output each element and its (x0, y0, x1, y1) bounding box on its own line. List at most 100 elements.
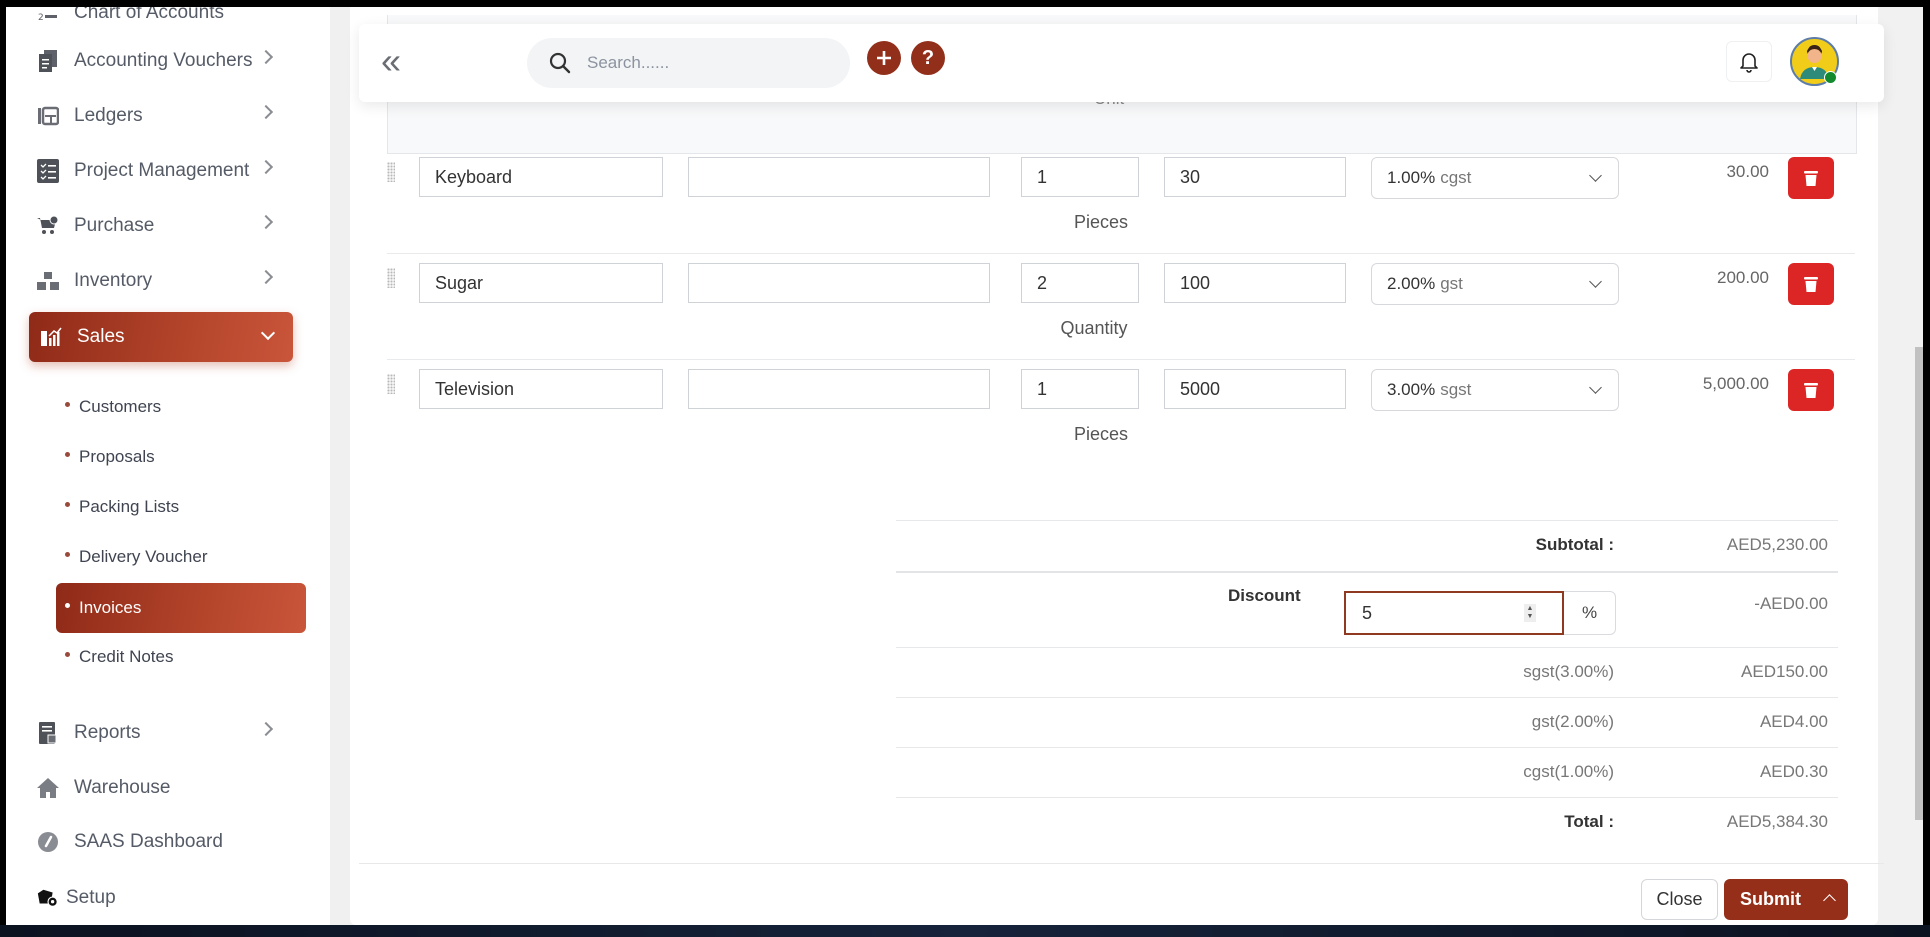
add-new-button[interactable] (867, 41, 901, 75)
bell-icon (1740, 52, 1758, 73)
report-icon (36, 721, 60, 745)
bullet-icon (65, 501, 70, 507)
chevron-up-icon[interactable] (1823, 894, 1836, 907)
dashboard-gauge-icon (36, 830, 60, 854)
sidebar-subitem-packing-lists[interactable]: Packing Lists (56, 482, 306, 532)
discount-label: Discount (1228, 586, 1301, 605)
line-amount: 30.00 (1726, 162, 1769, 181)
discount-input[interactable]: ▲▼ (1344, 591, 1564, 635)
line-amount: 200.00 (1717, 268, 1769, 287)
sidebar-item-inventory[interactable]: Inventory (36, 261, 291, 301)
chevron-down-icon (1589, 169, 1602, 182)
chevron-right-icon (258, 269, 274, 285)
totals-divider (896, 697, 1838, 698)
item-name-input[interactable] (419, 263, 663, 303)
tax-cgst-label: cgst(1.00%) (1523, 762, 1614, 781)
sidebar-gutter (330, 7, 350, 925)
quantity-input[interactable] (1021, 157, 1139, 197)
chevron-down-icon (1589, 275, 1602, 288)
sidebar: 2 Chart of Accounts Accounting Vouchers … (6, 7, 330, 925)
item-name-input[interactable] (419, 157, 663, 197)
checklist-icon (36, 159, 60, 183)
sidebar-subitem-customers[interactable]: Customers (56, 382, 306, 432)
search-input[interactable] (585, 52, 819, 74)
tax-select[interactable]: 3.00% sgst (1371, 369, 1619, 411)
totals-divider (896, 797, 1838, 798)
unit-label: Pieces (1073, 212, 1129, 232)
boxes-icon (36, 269, 60, 293)
tax-name: sgst (1440, 380, 1472, 399)
totals-divider (896, 647, 1838, 648)
row-divider (387, 253, 1855, 254)
drag-handle-icon[interactable] (387, 374, 395, 394)
svg-text:2: 2 (38, 13, 44, 23)
vouchers-icon (36, 49, 60, 73)
notifications-button[interactable] (1726, 41, 1772, 82)
sidebar-item-ledgers[interactable]: Ledgers (36, 96, 291, 136)
collapse-sidebar-icon[interactable]: « (381, 43, 411, 82)
sidebar-subitem-proposals[interactable]: Proposals (56, 432, 306, 482)
sidebar-item-sales[interactable]: Sales (29, 312, 293, 362)
app-window: 2 Chart of Accounts Accounting Vouchers … (6, 7, 1923, 925)
sidebar-subitem-label: Credit Notes (79, 647, 174, 666)
cart-icon (36, 214, 60, 238)
delete-row-button[interactable] (1788, 369, 1834, 411)
sidebar-item-project-management[interactable]: Project Management (36, 151, 291, 191)
sidebar-item-label: Accounting Vouchers (74, 50, 253, 71)
sidebar-item-accounting-vouchers[interactable]: Accounting Vouchers (36, 41, 291, 81)
item-description-input[interactable] (688, 263, 990, 303)
bullet-icon (65, 602, 70, 608)
search-box[interactable] (527, 38, 850, 88)
rate-input[interactable] (1164, 263, 1346, 303)
chevron-down-icon (260, 325, 276, 341)
delete-row-button[interactable] (1788, 157, 1834, 199)
tax-select[interactable]: 1.00% cgst (1371, 157, 1619, 199)
discount-type-toggle[interactable]: % (1564, 591, 1616, 635)
sidebar-item-purchase[interactable]: Purchase (36, 206, 291, 246)
sidebar-subitem-label: Packing Lists (79, 497, 180, 516)
drag-handle-icon[interactable] (387, 268, 395, 288)
sidebar-subitem-label: Delivery Voucher (79, 547, 208, 566)
sidebar-subitem-credit-notes[interactable]: Credit Notes (56, 632, 306, 682)
submit-button[interactable]: Submit (1724, 879, 1848, 920)
ledger-icon (36, 104, 60, 128)
online-status-indicator (1824, 71, 1837, 84)
quantity-input[interactable] (1021, 369, 1139, 409)
sidebar-subitem-label: Customers (79, 397, 162, 416)
help-button[interactable]: ? (911, 41, 945, 75)
sidebar-item-setup[interactable]: Setup (36, 878, 291, 918)
rate-input[interactable] (1164, 369, 1346, 409)
chevron-right-icon (258, 159, 274, 175)
top-header: « ? (359, 24, 1884, 102)
item-description-input[interactable] (688, 369, 990, 409)
tax-select[interactable]: 2.00% gst (1371, 263, 1619, 305)
tax-gst-value: AED4.00 (1759, 712, 1828, 731)
drag-handle-icon[interactable] (387, 162, 395, 182)
rate-input[interactable] (1164, 157, 1346, 197)
item-description-input[interactable] (688, 157, 990, 197)
sidebar-item-label: Setup (66, 887, 116, 908)
sidebar-item-warehouse[interactable]: Warehouse (36, 768, 291, 808)
trash-icon (1804, 383, 1818, 398)
sidebar-item-reports[interactable]: Reports (36, 713, 291, 753)
setup-gear-icon (36, 886, 60, 910)
total-value: AED5,384.30 (1726, 812, 1828, 831)
bullet-icon (65, 551, 70, 557)
delete-row-button[interactable] (1788, 263, 1834, 305)
item-name-input[interactable] (419, 369, 663, 409)
sidebar-subitem-invoices[interactable]: Invoices (56, 583, 306, 633)
sidebar-subitem-delivery-voucher[interactable]: Delivery Voucher (56, 532, 306, 582)
scrollbar-thumb[interactable] (1915, 347, 1923, 820)
close-button[interactable]: Close (1641, 879, 1718, 920)
search-icon (549, 52, 571, 74)
sidebar-item-chart-of-accounts[interactable]: 2 Chart of Accounts (36, 7, 291, 33)
number-spinner-icon[interactable]: ▲ ▼ (1524, 604, 1536, 622)
submit-label: Submit (1740, 889, 1801, 909)
tax-sgst-label: sgst(3.00%) (1523, 662, 1614, 681)
discount-value-field[interactable] (1360, 601, 1524, 625)
sidebar-item-label: Reports (74, 722, 141, 743)
sidebar-item-saas-dashboard[interactable]: SAAS Dashboard (36, 822, 291, 862)
unit-label: Pieces (1073, 424, 1129, 444)
unit-label: Quantity (1060, 318, 1128, 338)
quantity-input[interactable] (1021, 263, 1139, 303)
